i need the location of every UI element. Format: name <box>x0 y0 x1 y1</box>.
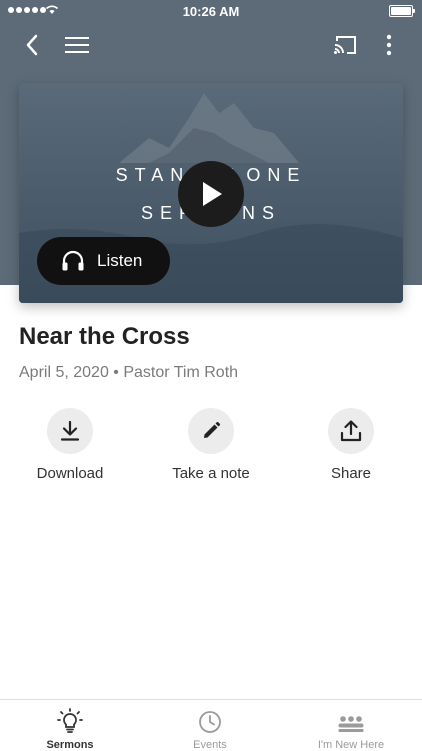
pencil-icon <box>204 421 221 438</box>
tab-im-new-here-label: I'm New Here <box>317 739 385 751</box>
menu-button[interactable] <box>62 30 92 60</box>
tab-im-new-here[interactable]: I'm New Here <box>281 700 421 751</box>
tab-events-label: Events <box>193 739 227 751</box>
lightbulb-icon <box>57 708 83 733</box>
tab-sermons[interactable]: Sermons <box>0 700 140 751</box>
sermon-meta: April 5, 2020 • Pastor Tim Roth <box>19 364 239 381</box>
share-icon-circle <box>328 408 374 454</box>
sermon-title: Near the Cross <box>19 323 190 350</box>
cast-icon <box>334 36 356 54</box>
tab-sermons-label: Sermons <box>46 739 94 751</box>
bottom-tab-bar: Sermons Events I'm New Here <box>0 699 422 751</box>
listen-label: Listen <box>97 251 143 270</box>
hamburger-menu-icon <box>65 37 89 53</box>
headphones-icon <box>61 250 85 272</box>
share-button[interactable]: Share <box>291 408 411 482</box>
status-time: 10:26 AM <box>182 4 240 19</box>
cast-button[interactable] <box>330 30 360 60</box>
play-icon <box>203 182 222 206</box>
tab-events[interactable]: Events <box>140 700 280 751</box>
chevron-left-icon <box>26 34 38 56</box>
more-options-button[interactable] <box>374 30 404 60</box>
status-bar: 10:26 AM <box>0 0 422 22</box>
take-note-button[interactable]: Take a note <box>151 408 271 482</box>
listen-button[interactable]: Listen <box>37 237 170 285</box>
play-button[interactable] <box>178 161 244 227</box>
download-label: Download <box>36 465 104 482</box>
battery-icon <box>389 5 415 17</box>
share-icon <box>340 420 362 442</box>
more-vertical-icon <box>386 34 392 56</box>
group-icon <box>338 716 364 732</box>
download-icon <box>60 420 80 441</box>
download-icon-circle <box>47 408 93 454</box>
pencil-icon-circle <box>188 408 234 454</box>
back-button[interactable] <box>17 30 47 60</box>
clock-icon <box>199 711 221 733</box>
take-note-label: Take a note <box>172 465 250 482</box>
sermon-artwork: STANDALONE SERMONS Listen <box>19 83 403 303</box>
share-label: Share <box>330 465 372 482</box>
download-button[interactable]: Download <box>10 408 130 482</box>
